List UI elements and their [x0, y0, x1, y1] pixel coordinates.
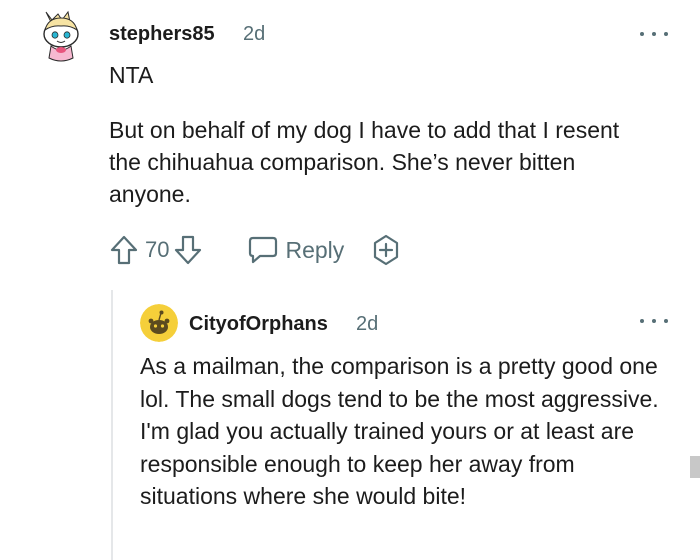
comment-body: But on behalf of my dog I have to add th… [109, 117, 620, 207]
speech-bubble-icon [249, 236, 278, 264]
comment-timestamp: 2d [243, 23, 266, 45]
snoo-avatar-icon [140, 304, 178, 342]
more-options-icon [640, 32, 644, 36]
scrollbar-thumb[interactable] [690, 456, 700, 478]
thread-line[interactable] [111, 290, 113, 560]
award-plus-icon [374, 234, 399, 266]
reply-timestamp: 2d [356, 313, 379, 335]
vote-score: 70 [145, 237, 170, 262]
reply-author[interactable]: CityofOrphans [189, 313, 328, 336]
comment-action-bar: 70 Reply [109, 234, 402, 266]
reply-body: As a mailman, the comparison is a pretty… [140, 353, 659, 509]
reply-user-avatar[interactable] [140, 304, 178, 342]
upvote-arrow-icon[interactable] [109, 234, 139, 266]
more-options-icon [640, 319, 644, 323]
reply-label: Reply [285, 236, 345, 263]
comment-author[interactable]: stephers85 [109, 23, 215, 46]
reply-button[interactable]: Reply [247, 235, 344, 265]
more-options-button[interactable] [640, 25, 668, 43]
user-avatar[interactable] [40, 8, 82, 66]
comment-verdict: NTA [109, 62, 154, 88]
award-button[interactable] [370, 234, 402, 266]
snoo-avatar-icon [43, 10, 79, 62]
reply-more-options-button[interactable] [640, 312, 668, 330]
downvote-arrow-icon[interactable] [173, 234, 203, 266]
